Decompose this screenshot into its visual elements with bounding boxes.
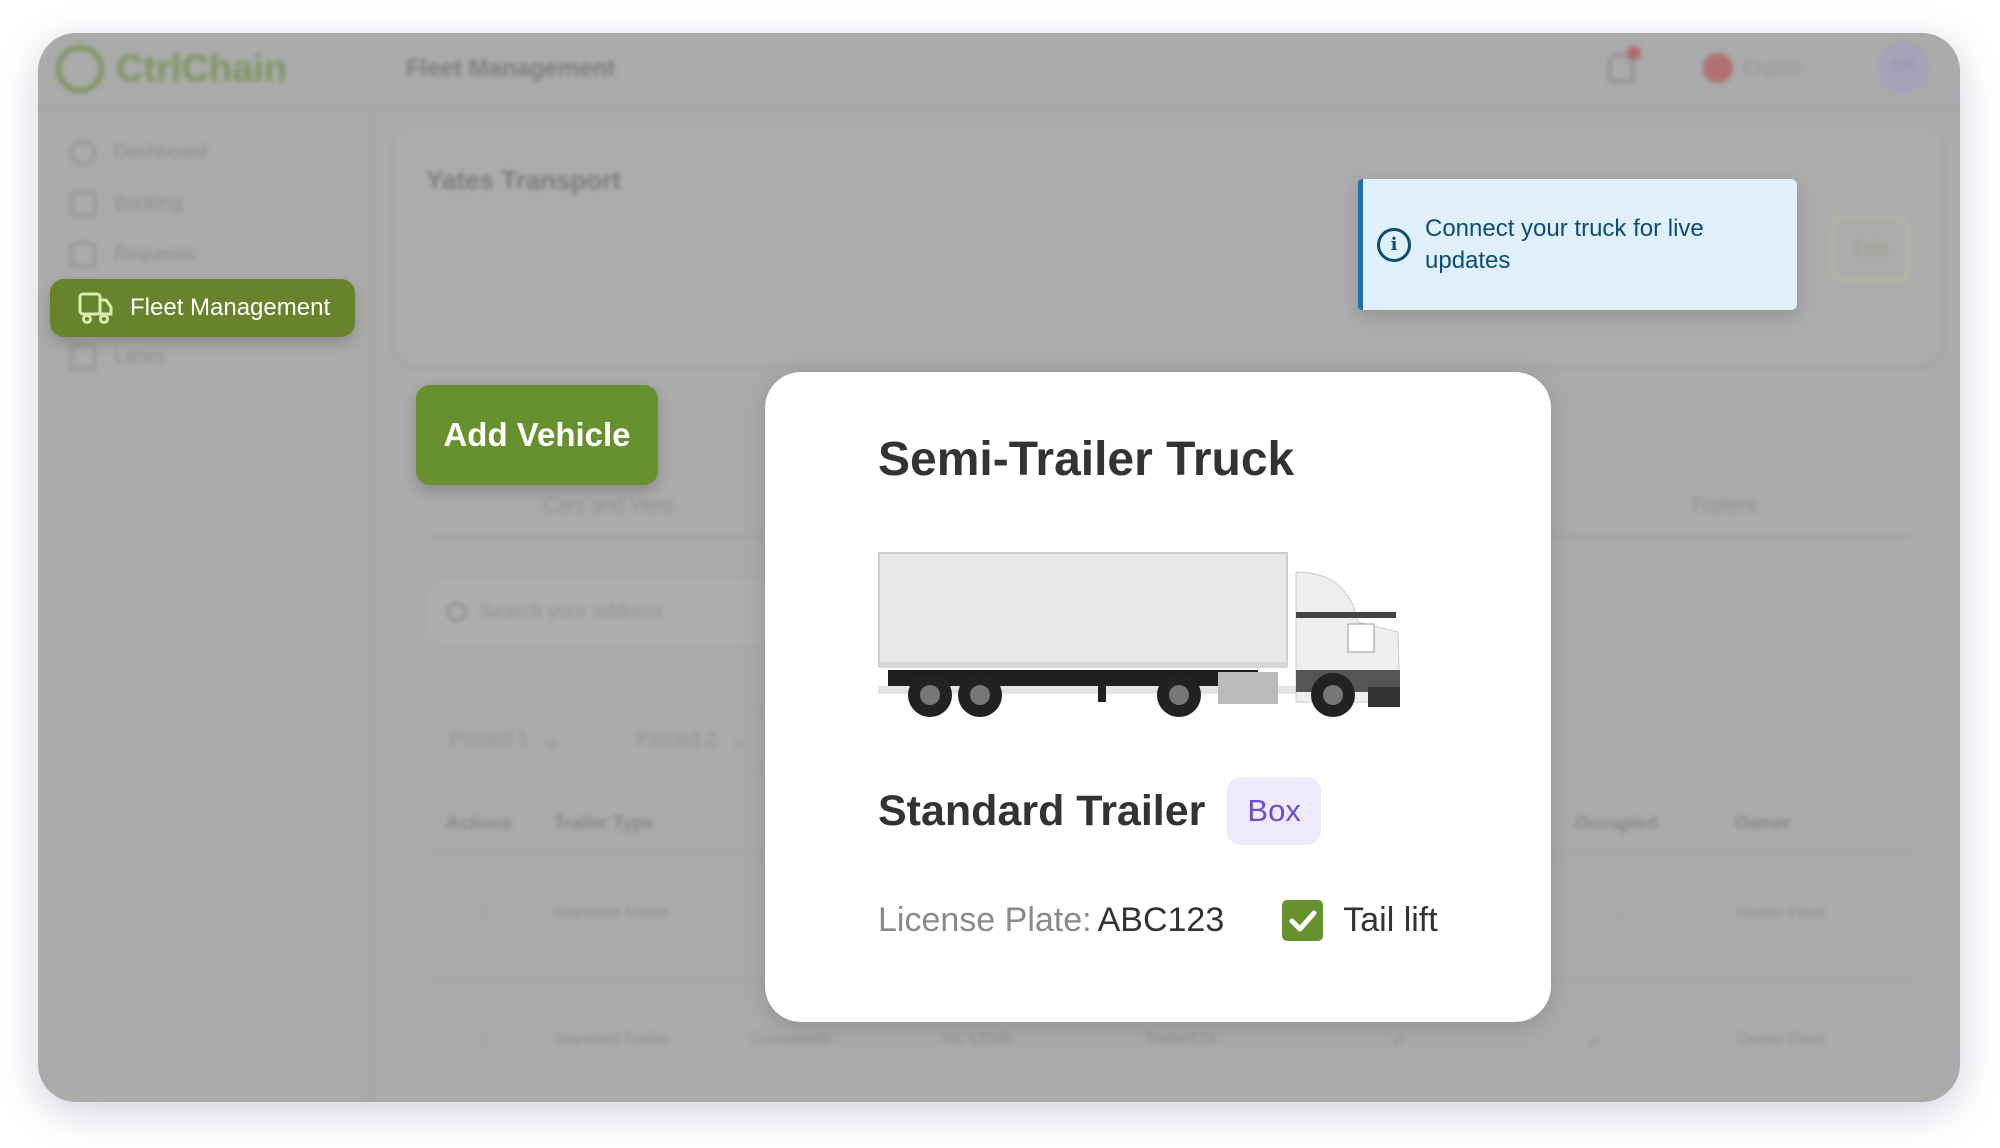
notification-dot	[1627, 46, 1641, 60]
tail-lift-label: Tail lift	[1343, 901, 1438, 939]
column-header-occupied[interactable]: Occupied	[1575, 813, 1657, 834]
flag-icon	[1703, 53, 1733, 83]
alert-text: Connect your truck for live updates	[1425, 214, 1704, 274]
sidebar-item-label: Dashboard	[114, 142, 207, 163]
avatar[interactable]: DS	[1878, 41, 1930, 93]
truck-icon	[78, 292, 113, 324]
language-label: English	[1743, 57, 1803, 78]
cell-owner: Owner Fleet	[1737, 1031, 1825, 1048]
booking-icon	[70, 191, 96, 217]
cell-trailer-type: Standard Trailer	[554, 905, 668, 922]
trailer-type: Standard Trailer	[878, 786, 1206, 835]
chevron-down-icon: ⌄	[729, 729, 747, 752]
checkmark-icon	[1289, 910, 1317, 931]
row-actions-menu[interactable]: ⋮	[476, 1029, 492, 1049]
row-actions-menu[interactable]: ⋮	[476, 903, 492, 923]
column-header-actions[interactable]: Actions	[446, 813, 512, 834]
tail-lift-checkbox[interactable]	[1282, 900, 1324, 941]
tab-cars-and-vans[interactable]: Cars and Vans	[543, 495, 674, 518]
search-placeholder: Search your address	[479, 600, 664, 623]
sidebar-item-label: Lanes	[114, 346, 166, 367]
sidebar-item-lanes[interactable]: Lanes	[70, 344, 166, 370]
sidebar-item-booking[interactable]: Booking	[70, 191, 183, 217]
sidebar-item-label: Fleet Management	[130, 294, 331, 321]
filter-pinned-1[interactable]: Pinned 1 ⌄	[430, 710, 593, 770]
sidebar-item-dashboard[interactable]: Dashboard	[70, 140, 207, 166]
cell-body: Curtainside	[750, 1031, 831, 1048]
body-type-badge: Box	[1227, 777, 1321, 845]
cell-occupied: -	[1615, 905, 1621, 922]
filter-pinned-2[interactable]: Pinned 2 ⌄	[617, 710, 777, 770]
chevron-down-icon: ⌄	[542, 729, 560, 752]
language-selector[interactable]: English	[1703, 53, 1802, 83]
lanes-icon	[70, 344, 96, 370]
requests-icon	[70, 242, 96, 268]
sidebar-item-label: Requests	[114, 244, 195, 265]
filter-label: Pinned 2	[637, 728, 716, 751]
edit-button[interactable]: Edit	[1832, 217, 1909, 281]
license-plate-label: License Plate	[878, 901, 1083, 939]
trailer-row: Standard Trailer Box	[878, 777, 1321, 845]
cell-check: ✓	[1390, 1031, 1407, 1053]
vehicle-type-title: Semi-Trailer Truck	[878, 433, 1295, 486]
tab-trailers[interactable]: Trailers	[1690, 495, 1756, 518]
bell-icon[interactable]	[1608, 46, 1641, 83]
cell-trailer-type: Standard Trailer	[554, 1031, 668, 1048]
logo-text: CtrlChain	[116, 47, 287, 90]
cell-owner: Owner Fleet	[1737, 905, 1825, 922]
header-title: Fleet Management	[406, 55, 616, 82]
company-name: Yates Transport	[426, 165, 622, 195]
info-alert: i Connect your truck for live updates	[1358, 179, 1797, 310]
semi-trailer-truck-image	[878, 552, 1400, 717]
logo-icon	[56, 45, 104, 93]
cell-occupied: ✓	[1586, 1031, 1603, 1053]
license-plate-separator: :	[1082, 901, 1092, 939]
vehicle-card-modal: Semi-Trailer Truck Standard Trailer Box …	[765, 372, 1551, 1022]
cell-plate: NL 12345	[944, 1031, 1013, 1048]
info-icon: i	[1377, 227, 1411, 262]
filter-label: Pinned 1	[450, 728, 529, 751]
top-header: CtrlChain Fleet Management English DS	[38, 33, 1960, 108]
license-plate-value: ABC123	[1097, 901, 1225, 939]
dashboard-icon	[70, 140, 96, 166]
add-vehicle-button[interactable]: Add Vehicle	[416, 385, 658, 485]
logo[interactable]: CtrlChain	[56, 45, 287, 93]
sidebar-item-fleet-management[interactable]: Fleet Management	[50, 279, 355, 337]
column-header-owner[interactable]: Owner	[1735, 813, 1791, 834]
sidebar-item-label: Booking	[114, 193, 183, 214]
sidebar: Dashboard Booking Requests Lanes	[38, 108, 372, 1102]
license-plate-row: License Plate : ABC123 Tail lift	[878, 900, 1438, 941]
search-icon	[447, 602, 467, 622]
cell-name: Trailer123	[1144, 1031, 1216, 1048]
sidebar-item-requests[interactable]: Requests	[70, 242, 194, 268]
column-header-trailer-type[interactable]: Trailer Type	[554, 813, 654, 834]
